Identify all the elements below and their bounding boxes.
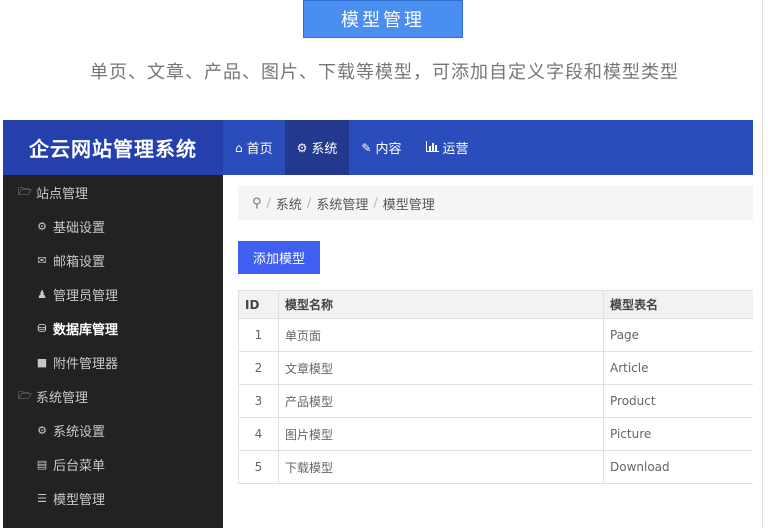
promo-badge: 模型管理 — [303, 0, 463, 38]
table-row[interactable]: 2 文章模型 Article — [238, 351, 753, 385]
cell-name: 产品模型 — [278, 384, 604, 418]
sidebar-item-database[interactable]: ⛁ 数据库管理 — [3, 311, 223, 345]
cell-name: 单页面 — [278, 318, 604, 352]
column-header-table: 模型表名 — [603, 290, 753, 319]
sidebar-item-label: 后台菜单 — [53, 458, 106, 474]
edit-icon: ✎ — [361, 140, 372, 155]
cell-table: Download — [603, 450, 753, 484]
map-marker-icon: ⚲ — [252, 195, 262, 211]
top-nav: ⌂ 首页 ⚙ 系统 ✎ 内容 运营 — [223, 120, 481, 175]
sidebar-item-label: 站点管理 — [36, 186, 89, 202]
sidebar-item-label: 附件管理器 — [53, 356, 119, 372]
sidebar-item-admin-menu[interactable]: ▤ 后台菜单 — [3, 447, 223, 481]
table-header-row: ID 模型名称 模型表名 — [238, 290, 753, 319]
nav-content[interactable]: ✎ 内容 — [349, 120, 413, 175]
breadcrumb-separator: / — [306, 195, 312, 211]
cell-id: 4 — [238, 417, 279, 451]
cogs-icon: ⚙ — [37, 423, 47, 437]
user-icon: ♟ — [37, 287, 47, 301]
model-table: ID 模型名称 模型表名 1 单页面 Page 2 文章模型 Article 3 — [238, 290, 753, 484]
bar-chart-icon — [425, 140, 439, 155]
brand-title: 企云网站管理系统 — [3, 120, 223, 175]
sidebar-item-admins[interactable]: ♟ 管理员管理 — [3, 277, 223, 311]
cell-table: Article — [603, 351, 753, 385]
page-divider — [762, 0, 763, 528]
sidebar-item-label: 模型管理 — [53, 492, 106, 508]
breadcrumb: ⚲ / 系统 / 系统管理 / 模型管理 — [238, 186, 753, 220]
bars-icon: ☰ — [37, 491, 47, 505]
nav-label: 运营 — [442, 142, 469, 157]
table-row[interactable]: 3 产品模型 Product — [238, 384, 753, 418]
column-header-id: ID — [238, 290, 279, 319]
table-row[interactable]: 5 下载模型 Download — [238, 450, 753, 484]
cell-id: 1 — [238, 318, 279, 352]
cell-table: Picture — [603, 417, 753, 451]
list-alt-icon: ▤ — [36, 457, 48, 471]
sidebar-item-label: 系统管理 — [36, 390, 89, 406]
add-model-button[interactable]: 添加模型 — [238, 241, 320, 274]
sidebar-group-site[interactable]: 🗁 站点管理 — [3, 175, 223, 209]
sidebar-item-label: 管理员管理 — [53, 288, 119, 304]
topbar: 企云网站管理系统 ⌂ 首页 ⚙ 系统 ✎ 内容 运营 — [3, 120, 753, 175]
sidebar: 🗁 站点管理 ⚙ 基础设置 ✉ 邮箱设置 ♟ 管理员管理 ⛁ 数据库管理 ■ 附… — [3, 175, 223, 528]
nav-operations[interactable]: 运营 — [414, 120, 481, 175]
cogs-icon: ⚙ — [296, 140, 308, 155]
cell-table: Page — [603, 318, 753, 352]
breadcrumb-current: 模型管理 — [382, 197, 435, 213]
sidebar-item-mail-settings[interactable]: ✉ 邮箱设置 — [3, 243, 223, 277]
cell-name: 文章模型 — [278, 351, 604, 385]
main-content: ⚲ / 系统 / 系统管理 / 模型管理 添加模型 ID 模型名称 模型表名 1… — [223, 175, 753, 528]
breadcrumb-separator: / — [373, 195, 378, 211]
cell-name: 下载模型 — [278, 450, 604, 484]
sidebar-item-basic-settings[interactable]: ⚙ 基础设置 — [3, 209, 223, 243]
database-icon: ⛁ — [37, 321, 47, 335]
sidebar-group-system[interactable]: 🗁 系统管理 — [3, 379, 223, 413]
nav-label: 系统 — [311, 142, 338, 157]
column-header-name: 模型名称 — [278, 290, 604, 319]
folder-open-icon: 🗁 — [18, 184, 32, 198]
cell-id: 2 — [238, 351, 279, 385]
folder-icon: ■ — [36, 355, 48, 369]
cell-id: 5 — [238, 450, 279, 484]
sidebar-item-system-settings[interactable]: ⚙ 系统设置 — [3, 413, 223, 447]
home-icon: ⌂ — [235, 140, 243, 155]
sidebar-item-label: 邮箱设置 — [53, 254, 106, 270]
nav-label: 内容 — [375, 142, 402, 157]
sidebar-item-models[interactable]: ☰ 模型管理 — [3, 481, 223, 515]
sidebar-item-attachments[interactable]: ■ 附件管理器 — [3, 345, 223, 379]
table-row[interactable]: 1 单页面 Page — [238, 318, 753, 352]
gear-icon: ⚙ — [37, 219, 47, 233]
sidebar-item-label: 系统设置 — [53, 424, 106, 440]
promo-subtitle: 单页、文章、产品、图片、下载等模型，可添加自定义字段和模型类型 — [90, 62, 679, 83]
sidebar-item-label: 数据库管理 — [53, 322, 119, 338]
breadcrumb-item[interactable]: 系统 — [276, 194, 302, 213]
cell-name: 图片模型 — [278, 417, 604, 451]
folder-open-icon: 🗁 — [18, 388, 32, 402]
breadcrumb-separator: / — [266, 195, 271, 211]
nav-home[interactable]: ⌂ 首页 — [223, 120, 285, 175]
breadcrumb-item[interactable]: 系统管理 — [316, 194, 368, 213]
nav-label: 首页 — [246, 142, 273, 157]
cell-table: Product — [603, 384, 753, 418]
nav-system[interactable]: ⚙ 系统 — [284, 120, 350, 175]
cell-id: 3 — [238, 384, 279, 418]
admin-app: 企云网站管理系统 ⌂ 首页 ⚙ 系统 ✎ 内容 运营 🗁 站点管理 ⚙ 基础设置… — [3, 120, 753, 528]
sidebar-item-label: 基础设置 — [53, 220, 106, 236]
envelope-icon: ✉ — [37, 253, 47, 267]
table-row[interactable]: 4 图片模型 Picture — [238, 417, 753, 451]
